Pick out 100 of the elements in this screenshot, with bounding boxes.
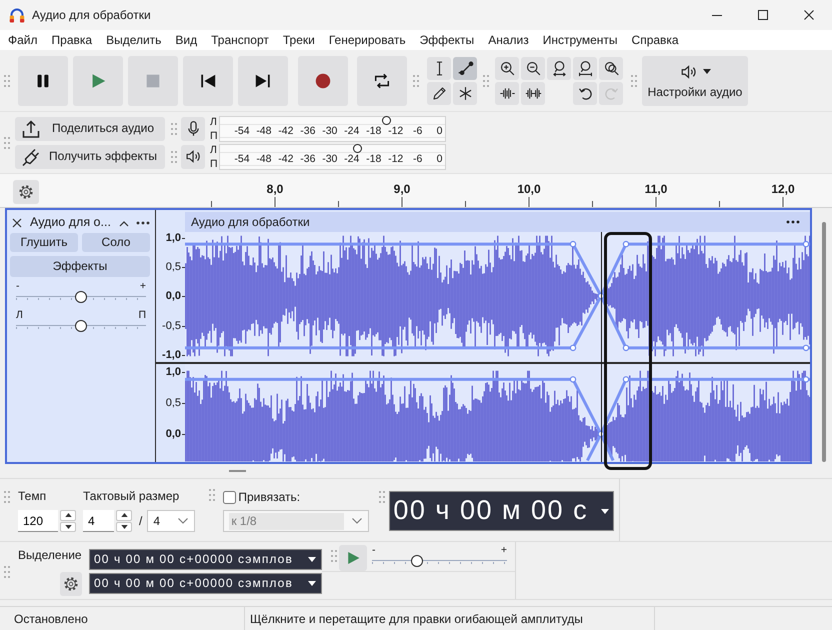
slider-thumb[interactable] bbox=[75, 320, 87, 332]
track-name[interactable]: Аудио для о... bbox=[30, 215, 111, 231]
zoom-in-button[interactable] bbox=[495, 57, 519, 80]
envelope-tool-button[interactable] bbox=[453, 57, 477, 80]
effects-button[interactable]: Эффекты bbox=[10, 256, 150, 277]
envelope-handle[interactable] bbox=[622, 376, 630, 383]
zoom-out-button[interactable] bbox=[521, 57, 545, 80]
more-icon[interactable] bbox=[136, 221, 150, 225]
caret-up-icon bbox=[120, 513, 128, 518]
mute-button[interactable]: Глушить bbox=[10, 233, 78, 252]
playback-meter-button[interactable] bbox=[181, 144, 205, 168]
envelope-handle[interactable] bbox=[570, 376, 576, 383]
zoom-toggle-button[interactable] bbox=[599, 57, 623, 80]
play-button[interactable] bbox=[73, 56, 123, 106]
time-display[interactable]: 00 ч 00 м 00 с bbox=[389, 491, 614, 531]
menu-item[interactable]: Справка bbox=[624, 31, 686, 49]
envelope-handle[interactable] bbox=[570, 240, 576, 248]
record-button[interactable] bbox=[298, 56, 348, 106]
drag-handle-icon[interactable] bbox=[631, 75, 637, 87]
beat-value-select[interactable]: 4 bbox=[147, 510, 196, 532]
chevron-up-icon[interactable] bbox=[119, 220, 129, 226]
spin-down-button[interactable] bbox=[60, 522, 76, 532]
drag-handle-icon[interactable] bbox=[4, 136, 10, 148]
drag-handle-icon[interactable] bbox=[209, 489, 216, 501]
close-icon[interactable] bbox=[12, 218, 22, 228]
slider-thumb[interactable] bbox=[352, 144, 362, 152]
menu-item[interactable]: Выделить bbox=[99, 31, 168, 49]
meter-slider[interactable] bbox=[220, 116, 445, 124]
meter-channel-label: П bbox=[210, 130, 219, 142]
menu-item[interactable]: Вид bbox=[168, 31, 204, 49]
menu-item[interactable]: Треки bbox=[276, 31, 322, 49]
drag-handle-icon[interactable] bbox=[483, 75, 489, 87]
slider-thumb[interactable] bbox=[410, 555, 423, 567]
play-at-speed-button[interactable] bbox=[339, 545, 367, 571]
skip-to-end-button[interactable] bbox=[238, 56, 288, 106]
envelope-handle[interactable] bbox=[802, 376, 810, 383]
meter-tick-label: -36 bbox=[300, 124, 316, 136]
solo-button[interactable]: Соло bbox=[82, 233, 150, 252]
drag-handle-icon[interactable] bbox=[413, 75, 419, 87]
menu-item[interactable]: Генерировать bbox=[322, 31, 413, 49]
tempo-input[interactable]: 120 bbox=[18, 510, 58, 532]
selection-tool-button[interactable] bbox=[427, 57, 451, 80]
audio-setup-button[interactable]: Настройки аудио bbox=[642, 56, 748, 106]
drag-handle-icon[interactable] bbox=[331, 550, 337, 562]
envelope-handle[interactable] bbox=[802, 344, 810, 352]
slider-min-label: - bbox=[372, 545, 376, 555]
fit-selection-button[interactable] bbox=[547, 57, 571, 80]
menu-item[interactable]: Файл bbox=[1, 31, 45, 49]
envelope-handle[interactable] bbox=[622, 344, 630, 352]
drag-handle-icon[interactable] bbox=[379, 491, 386, 503]
timeline-settings-button[interactable] bbox=[13, 180, 39, 204]
envelope-handle[interactable] bbox=[802, 240, 810, 248]
recording-meter-button[interactable] bbox=[181, 116, 205, 140]
time-signature-separator: / bbox=[139, 514, 142, 528]
menu-item[interactable]: Правка bbox=[44, 31, 100, 49]
spin-down-button[interactable] bbox=[116, 522, 132, 532]
scrollbar-thumb[interactable] bbox=[822, 222, 826, 462]
resize-handle[interactable] bbox=[229, 470, 246, 472]
spin-up-button[interactable] bbox=[60, 510, 76, 520]
skip-to-start-button[interactable] bbox=[183, 56, 233, 106]
drag-handle-icon[interactable] bbox=[171, 122, 177, 134]
envelope-handle[interactable] bbox=[622, 240, 630, 248]
meter-slider[interactable] bbox=[220, 144, 445, 152]
fit-project-button[interactable] bbox=[573, 57, 597, 80]
menu-item[interactable]: Эффекты bbox=[412, 31, 482, 49]
envelope-icon bbox=[456, 60, 474, 77]
silence-button[interactable] bbox=[521, 82, 545, 105]
meter-tick-label: -54 bbox=[234, 152, 250, 164]
caret-up-icon bbox=[64, 513, 72, 518]
slider-min-label: Л bbox=[16, 310, 23, 320]
trim-button[interactable] bbox=[495, 82, 519, 105]
drag-handle-icon[interactable] bbox=[4, 566, 10, 578]
beats-input[interactable]: 4 bbox=[83, 510, 114, 532]
meter-tick-label: -6 bbox=[412, 152, 422, 164]
meter-channel-label: Л bbox=[210, 116, 218, 128]
menu-item[interactable]: Транспорт bbox=[204, 31, 276, 49]
menu-item[interactable]: Анализ bbox=[481, 31, 536, 49]
loop-button[interactable] bbox=[357, 56, 407, 106]
selection-settings-button[interactable] bbox=[60, 572, 82, 596]
pause-button[interactable] bbox=[18, 56, 68, 106]
spin-up-button[interactable] bbox=[116, 510, 132, 520]
menu-item[interactable]: Инструменты bbox=[536, 31, 625, 49]
draw-tool-button[interactable] bbox=[427, 82, 451, 105]
drag-handle-icon[interactable] bbox=[171, 150, 177, 162]
slider-thumb[interactable] bbox=[75, 291, 87, 303]
multi-tool-button[interactable] bbox=[453, 82, 477, 105]
snap-label: Привязать: bbox=[238, 490, 300, 504]
envelope-handle[interactable] bbox=[570, 344, 576, 352]
get-effects-button[interactable]: Получить эффекты bbox=[15, 144, 165, 168]
meter-tick-label: -18 bbox=[366, 124, 382, 136]
clip-header[interactable]: Аудио для обработки bbox=[185, 210, 810, 232]
drag-handle-icon[interactable] bbox=[4, 75, 10, 87]
drag-handle-icon[interactable] bbox=[4, 491, 10, 503]
undo-button[interactable] bbox=[573, 82, 597, 105]
slider-thumb[interactable] bbox=[382, 116, 391, 124]
share-audio-button[interactable]: Поделиться аудио bbox=[15, 116, 165, 140]
selection-end-field[interactable]: 00 ч 00 м 00 с+00000 сэмплов bbox=[89, 573, 322, 594]
more-icon[interactable] bbox=[786, 220, 800, 224]
chevron-down-icon bbox=[178, 518, 188, 524]
selection-start-field[interactable]: 00 ч 00 м 00 с+00000 сэмплов bbox=[89, 549, 322, 570]
